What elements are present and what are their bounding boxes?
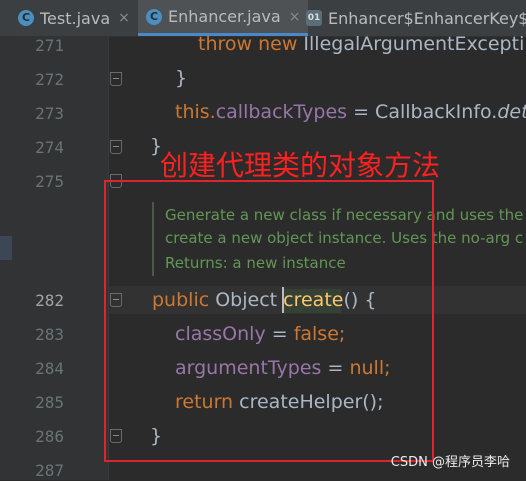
- close-icon[interactable]: ×: [118, 10, 130, 26]
- watermark: CSDN @程序员李哈: [390, 455, 510, 470]
- code-field: callbackTypes: [215, 101, 348, 123]
- tab-enhancer-key[interactable]: 01 Enhancer$EnhancerKey$$: [306, 0, 526, 36]
- line-number: 286: [35, 427, 64, 446]
- code-keyword: this.: [175, 101, 216, 123]
- code-text: IllegalArgumentExcepti: [303, 33, 525, 55]
- line-number: 283: [35, 325, 64, 344]
- code-text: }: [175, 67, 188, 89]
- java-class-icon: C: [18, 10, 34, 26]
- tab-enhancer-java[interactable]: C Enhancer.java ×: [138, 0, 309, 36]
- code-line[interactable]: }: [175, 66, 187, 90]
- line-number: 272: [35, 70, 64, 89]
- tab-label: Test.java: [40, 8, 111, 28]
- code-static-call: det: [497, 101, 526, 123]
- red-annotation-box: [104, 180, 434, 462]
- line-number: 275: [35, 172, 64, 191]
- tab-label: Enhancer$EnhancerKey$$: [328, 8, 526, 28]
- fold-icon[interactable]: [110, 72, 122, 86]
- class-file-icon: 01: [306, 10, 322, 26]
- line-number-gutter: [14, 36, 108, 480]
- line-number: 285: [35, 393, 64, 412]
- code-line[interactable]: this.callbackTypes = CallbackInfo.det: [175, 100, 526, 124]
- tab-label: Enhancer.java: [168, 7, 281, 26]
- fold-icon[interactable]: [110, 140, 122, 154]
- code-keyword: throw new: [198, 33, 304, 55]
- line-number: 282: [35, 291, 64, 310]
- line-number: 274: [35, 138, 64, 157]
- line-number: 284: [35, 359, 64, 378]
- java-class-icon: C: [146, 8, 162, 25]
- close-icon[interactable]: ×: [289, 9, 301, 25]
- tab-test-java[interactable]: C Test.java ×: [18, 0, 130, 36]
- line-number: 287: [35, 461, 64, 480]
- code-line[interactable]: throw new IllegalArgumentExcepti: [198, 32, 524, 56]
- line-number: 273: [35, 104, 64, 123]
- tool-strip-marker: [0, 236, 12, 260]
- red-annotation-text: 创建代理类的对象方法: [160, 149, 441, 182]
- code-text: = CallbackInfo.: [347, 101, 498, 123]
- line-number: 271: [35, 36, 64, 55]
- left-tool-strip: [0, 0, 15, 480]
